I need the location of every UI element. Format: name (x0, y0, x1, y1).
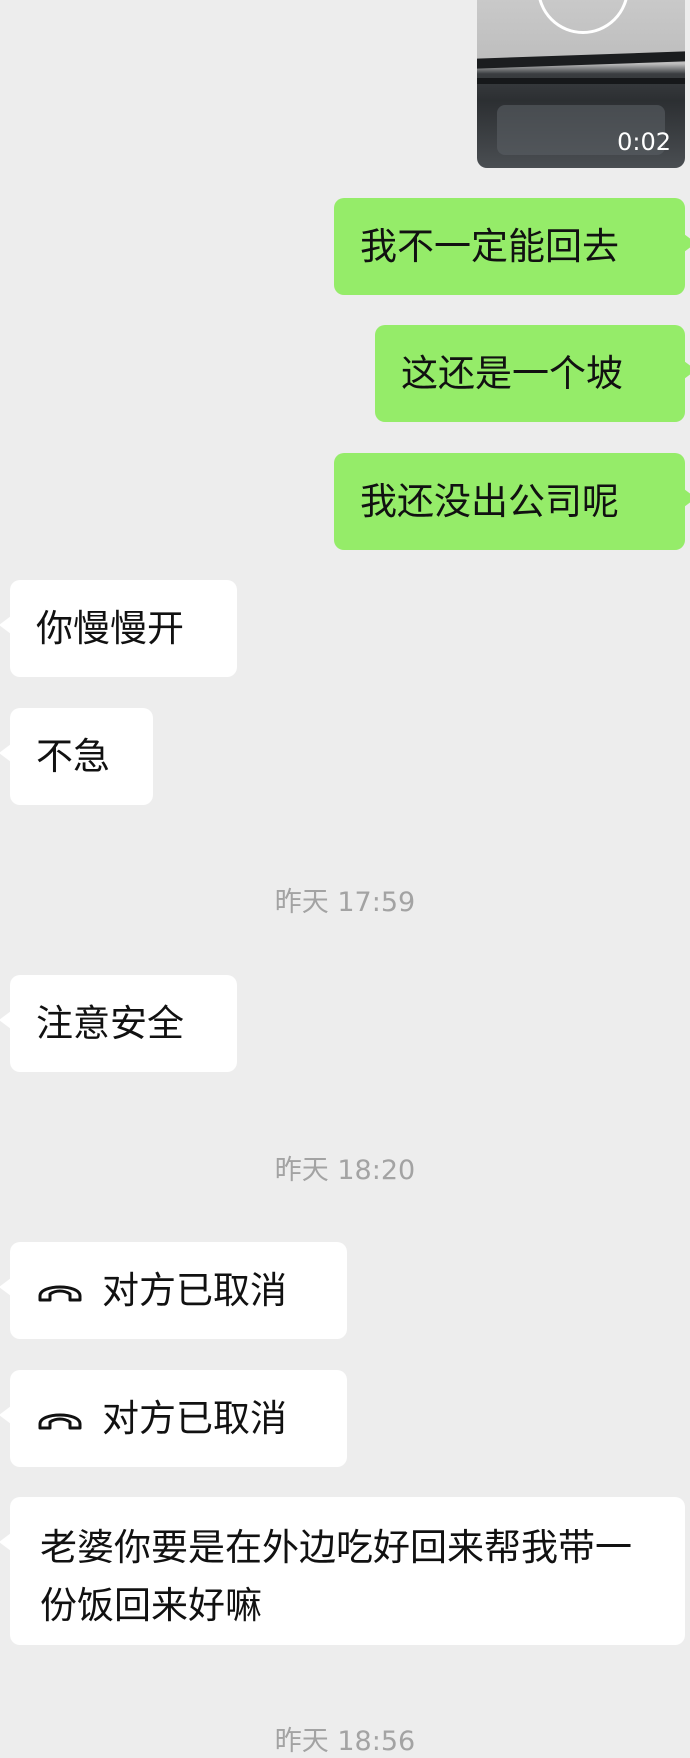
message-text: 注意安全 (36, 1002, 184, 1045)
message-bubble-outgoing[interactable]: 我不一定能回去 (334, 198, 690, 295)
call-record-bubble[interactable]: 对方已取消 (0, 1242, 347, 1339)
play-icon[interactable] (537, 0, 629, 34)
message-bubble-incoming[interactable]: 注意安全 (0, 975, 237, 1072)
message-text: 你慢慢开 (36, 607, 184, 650)
message-bubble-incoming[interactable]: 不急 (0, 708, 153, 805)
message-text: 不急 (36, 735, 110, 778)
message-text: 这还是一个坡 (401, 352, 623, 395)
video-frame-detail (477, 51, 685, 69)
video-duration: 0:02 (617, 128, 671, 156)
message-bubble-outgoing[interactable]: 这还是一个坡 (375, 325, 690, 422)
timestamp: 昨天 18:20 (274, 1155, 416, 1186)
timestamp: 昨天 18:56 (274, 1726, 416, 1757)
call-status-text: 对方已取消 (102, 1397, 287, 1440)
hangup-phone-icon (38, 1413, 82, 1429)
message-text: 我还没出公司呢 (360, 480, 619, 523)
video-message-thumbnail[interactable]: 0:02 (477, 0, 685, 168)
message-bubble-outgoing[interactable]: 我还没出公司呢 (334, 453, 690, 550)
call-record-bubble[interactable]: 对方已取消 (0, 1370, 347, 1467)
message-bubble-incoming[interactable]: 老婆你要是在外边吃好回来帮我带一份饭回来好嘛 (0, 1497, 685, 1645)
chat-message-list[interactable]: 0:02 我不一定能回去 这还是一个坡 我还没出公司呢 你慢慢开 不急 昨天 1… (0, 0, 690, 1757)
timestamp: 昨天 17:59 (274, 887, 416, 918)
call-status-text: 对方已取消 (102, 1269, 287, 1312)
hangup-phone-icon (38, 1285, 82, 1301)
message-text: 老婆你要是在外边吃好回来帮我带一份饭回来好嘛 (40, 1526, 632, 1627)
message-bubble-incoming[interactable]: 你慢慢开 (0, 580, 237, 677)
video-frame-detail (477, 78, 685, 84)
message-text: 我不一定能回去 (360, 225, 619, 268)
